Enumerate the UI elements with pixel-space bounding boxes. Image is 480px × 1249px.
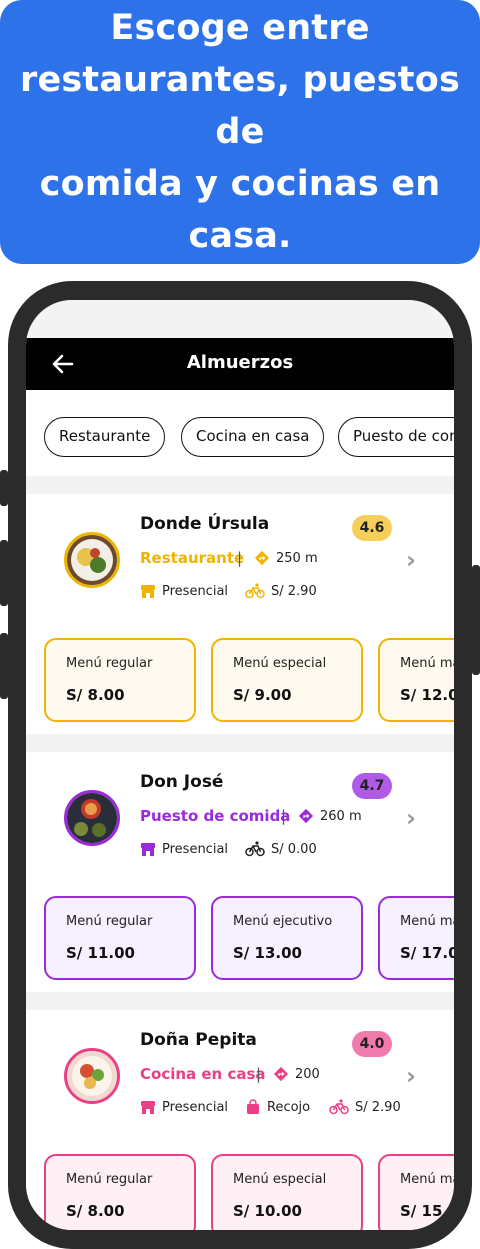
menu-price: S/ 15.00 [400,1202,454,1220]
mode-presencial: Presencial [140,1099,228,1115]
mode-presencial: Presencial [140,583,228,599]
shopping-bag-icon [247,1099,259,1114]
mode-label: Presencial [162,583,229,599]
store-icon [141,585,155,598]
status-bar [26,300,454,338]
section-divider [26,476,454,494]
distance-value: 250 m [276,550,318,566]
promo-banner: Escoge entre restaurantes, puestos de co… [0,0,480,264]
rating-badge: 4.7 [352,773,392,799]
menu-option[interactable]: Menú regular S/ 8.00 [44,638,196,722]
venue-type: Puesto de comida [140,807,291,825]
section-divider [26,992,454,1010]
page-title: Almuerzos [186,352,294,373]
mode-label: Presencial [162,841,229,857]
chevron-right-icon[interactable]: › [406,804,416,832]
menu-option[interactable]: Menú marino S/ 15.00 [378,1154,454,1230]
menu-option[interactable]: Menú ejecutivo S/ 13.00 [211,896,363,980]
separator: | [237,549,243,567]
phone-volume-down-button [0,633,8,699]
store-icon [141,843,155,856]
menu-price: S/ 8.00 [66,686,125,704]
mode-label: Presencial [162,1099,229,1115]
menu-option[interactable]: Menú marino S/ 12.00 [378,638,454,722]
restaurant-card[interactable]: Doña Pepita 4.0 Cocina en casa | 200 Pre… [26,1010,454,1230]
bicycle-icon [245,583,265,599]
mode-label: Recojo [267,1099,311,1115]
filter-chips: Restaurante Cocina en casa Puesto de com… [26,390,454,476]
separator: | [281,807,287,825]
bicycle-icon [329,1099,349,1115]
banner-line: Escoge entre [110,8,370,48]
delivery-fee-value: S/ 2.90 [271,583,317,599]
distance: 260 m [298,808,362,824]
menu-price: S/ 10.00 [233,1202,302,1220]
direction-icon [273,1066,289,1082]
restaurant-photo [64,1048,120,1104]
filter-chip-puesto-de-comida[interactable]: Puesto de comida [338,417,454,457]
menu-price: S/ 17.00 [400,944,454,962]
menu-price: S/ 9.00 [233,686,292,704]
venue-type: Restaurante [140,549,245,567]
banner-line: casa. [188,216,292,256]
menu-label: Menú ejecutivo [233,914,333,929]
bicycle-icon [245,841,265,857]
distance: 250 m [254,550,318,566]
mode-presencial: Presencial [140,841,228,857]
menu-label: Menú especial [233,1172,327,1187]
menu-option[interactable]: Menú especial S/ 10.00 [211,1154,363,1230]
menu-label: Menú regular [66,914,153,929]
menu-label: Menú regular [66,1172,153,1187]
rating-badge: 4.0 [352,1031,392,1057]
delivery-fee: S/ 2.90 [245,583,317,599]
separator: | [256,1065,262,1083]
direction-icon [298,808,314,824]
restaurant-name: Don José [140,772,224,792]
menu-option[interactable]: Menú marino S/ 17.00 [378,896,454,980]
store-icon [141,1101,155,1114]
chevron-right-icon[interactable]: › [406,546,416,574]
menu-option[interactable]: Menú especial S/ 9.00 [211,638,363,722]
venue-type: Cocina en casa [140,1065,266,1083]
menu-label: Menú especial [233,656,327,671]
restaurant-card[interactable]: Donde Úrsula 4.6 Restaurante | 250 m Pre… [26,494,454,734]
menu-label: Menú marino [400,1172,454,1187]
delivery-fee: S/ 2.90 [329,1099,401,1115]
restaurant-card[interactable]: Don José 4.7 Puesto de comida | 260 m Pr… [26,752,454,992]
delivery-fee-value: S/ 2.90 [355,1099,401,1115]
menu-option[interactable]: Menú regular S/ 8.00 [44,1154,196,1230]
rating-badge: 4.6 [352,515,392,541]
banner-line: comida y cocinas en [39,164,441,204]
direction-icon [254,550,270,566]
menu-price: S/ 12.00 [400,686,454,704]
restaurant-photo [64,532,120,588]
chevron-right-icon[interactable]: › [406,1062,416,1090]
menu-label: Menú marino [400,914,454,929]
distance: 200 [273,1066,320,1082]
restaurant-name: Doña Pepita [140,1030,257,1050]
menu-option[interactable]: Menú regular S/ 11.00 [44,896,196,980]
phone-volume-up-button [0,540,8,606]
menu-price: S/ 8.00 [66,1202,125,1220]
filter-chip-cocina-en-casa[interactable]: Cocina en casa [181,417,325,457]
phone-screen: Almuerzos Restaurante Cocina en casa Pue… [26,300,454,1230]
app-bar: Almuerzos [26,338,454,390]
section-divider [26,734,454,752]
restaurant-name: Donde Úrsula [140,514,270,534]
menu-price: S/ 13.00 [233,944,302,962]
mode-recojo: Recojo [245,1099,310,1115]
delivery-fee: S/ 0.00 [245,841,317,857]
phone-power-button [472,565,480,675]
distance-value: 260 m [320,808,362,824]
distance-value: 200 [295,1066,320,1082]
banner-headline: Escoge entre restaurantes, puestos de co… [18,2,462,262]
menu-label: Menú marino [400,656,454,671]
menu-label: Menú regular [66,656,153,671]
restaurant-photo [64,790,120,846]
filter-chip-restaurante[interactable]: Restaurante [44,417,166,457]
delivery-fee-value: S/ 0.00 [271,841,317,857]
menu-price: S/ 11.00 [66,944,135,962]
banner-line: restaurantes, puestos de [19,60,461,152]
phone-side-button [0,470,8,506]
